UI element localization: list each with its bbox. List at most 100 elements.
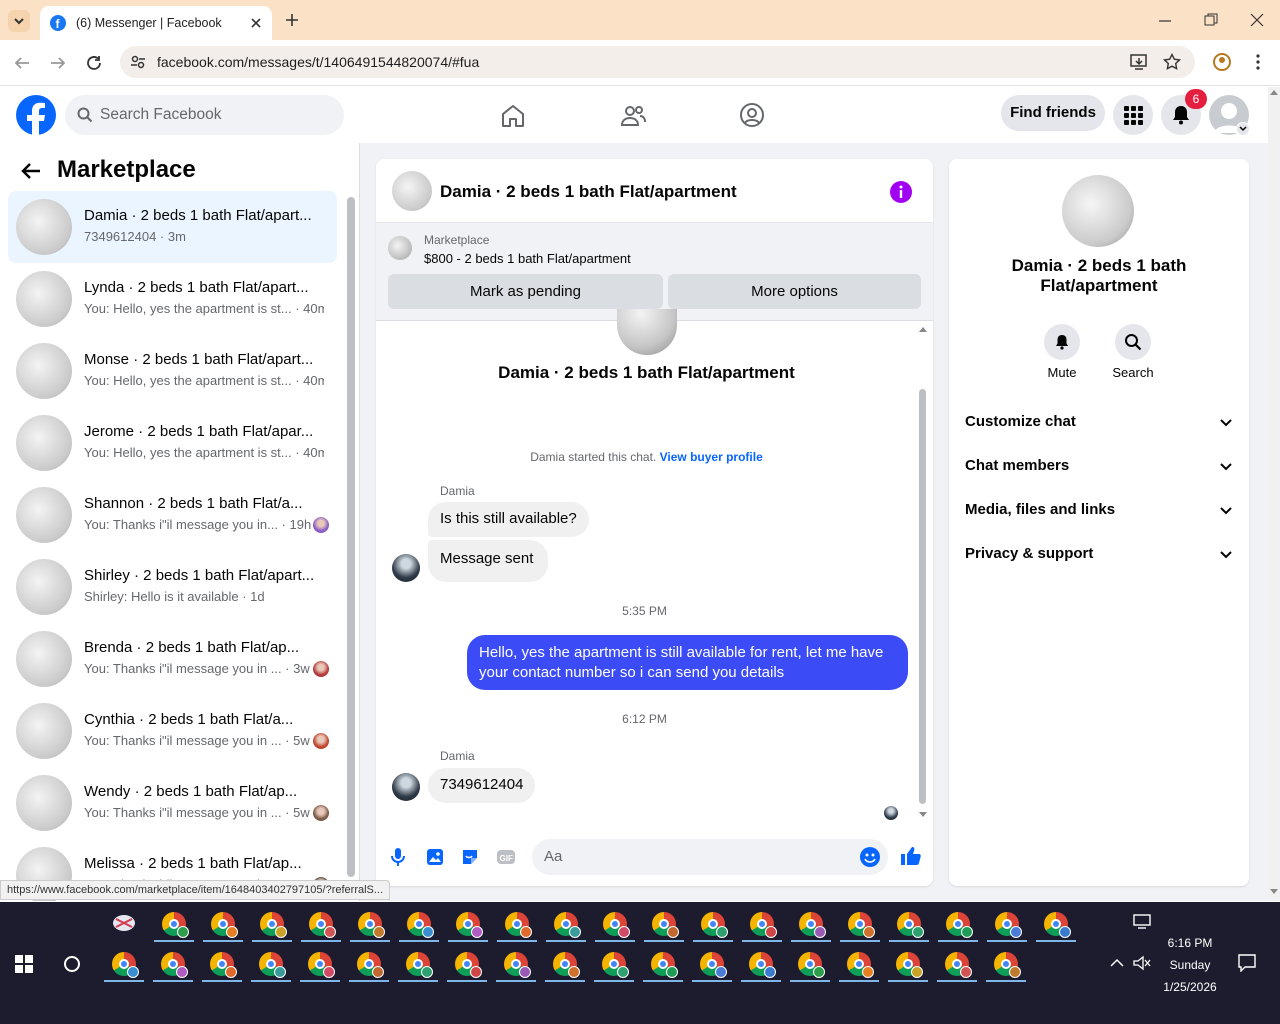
chrome-taskbar-icon[interactable]	[749, 952, 776, 978]
home-icon[interactable]	[500, 103, 526, 129]
details-avatar[interactable]	[1062, 175, 1134, 247]
view-buyer-profile-link[interactable]: View buyer profile	[660, 450, 763, 464]
chrome-taskbar-icon[interactable]	[603, 912, 630, 938]
chrome-taskbar-icon[interactable]	[260, 912, 287, 938]
chrome-taskbar-icon[interactable]	[357, 952, 384, 978]
more-options-button[interactable]: More options	[668, 274, 921, 309]
menu-dots-icon[interactable]	[1252, 53, 1264, 71]
windows-start-icon[interactable]	[15, 955, 33, 973]
friends-icon[interactable]	[620, 103, 646, 129]
chat-scrollbar[interactable]	[919, 389, 926, 804]
chrome-taskbar-icon[interactable]	[309, 912, 336, 938]
search-facebook-input[interactable]: Search Facebook	[65, 95, 344, 135]
chrome-taskbar-icon[interactable]	[896, 952, 923, 978]
close-window-icon[interactable]	[1250, 13, 1264, 27]
close-tab-icon[interactable]	[250, 17, 262, 29]
conversation-item[interactable]: Cynthia · 2 beds 1 bath Flat/a... You: Th…	[8, 695, 337, 767]
tab-list-icon[interactable]	[8, 10, 30, 32]
chrome-taskbar-icon[interactable]	[799, 912, 826, 938]
volume-muted-icon[interactable]	[1133, 955, 1151, 971]
gif-icon[interactable]: GIF	[496, 847, 516, 867]
conversation-item[interactable]: Lynda · 2 beds 1 bath Flat/apart... You: …	[8, 263, 337, 335]
chrome-taskbar-icon[interactable]	[945, 952, 972, 978]
taskbar-clock[interactable]: 6:16 PM Sunday 1/25/2026	[1150, 932, 1230, 998]
chrome-taskbar-icon[interactable]	[211, 912, 238, 938]
chrome-taskbar-icon[interactable]	[210, 952, 237, 978]
chrome-taskbar-icon[interactable]	[798, 952, 825, 978]
back-arrow-icon[interactable]	[20, 160, 42, 182]
sidebar-scrollbar[interactable]	[347, 197, 355, 877]
browser-tab[interactable]: f (6) Messenger | Facebook	[40, 6, 272, 40]
chrome-taskbar-icon[interactable]	[308, 952, 335, 978]
listing-title[interactable]: $800 - 2 beds 1 bath Flat/apartment	[424, 251, 631, 266]
media-files-links-section[interactable]: Media, files and links	[965, 501, 1233, 531]
forward-arrow-icon[interactable]	[49, 54, 67, 72]
chrome-taskbar-icon[interactable]	[701, 912, 728, 938]
chrome-taskbar-icon[interactable]	[848, 912, 875, 938]
scroll-up-icon[interactable]	[918, 325, 928, 333]
menu-button[interactable]	[1113, 95, 1153, 135]
reload-icon[interactable]	[85, 54, 103, 72]
address-bar[interactable]: facebook.com/messages/t/1406491544820074…	[120, 46, 1195, 78]
chat-members-section[interactable]: Chat members	[965, 457, 1233, 487]
conversation-item[interactable]: Shannon · 2 beds 1 bath Flat/a... You: Th…	[8, 479, 337, 551]
conversation-item[interactable]: Brenda · 2 beds 1 bath Flat/ap... You: Th…	[8, 623, 337, 695]
chrome-taskbar-icon[interactable]	[553, 952, 580, 978]
conversation-item[interactable]: Damia · 2 beds 1 bath Flat/apart... 73496…	[8, 191, 337, 263]
find-friends-button[interactable]: Find friends	[1001, 95, 1105, 131]
chrome-taskbar-icon[interactable]	[456, 912, 483, 938]
chrome-taskbar-icon[interactable]	[112, 952, 139, 978]
chrome-taskbar-icon[interactable]	[358, 912, 385, 938]
profile-icon[interactable]	[1212, 52, 1232, 72]
mark-as-pending-button[interactable]: Mark as pending	[388, 274, 663, 309]
chrome-taskbar-icon[interactable]	[847, 952, 874, 978]
message-bubble[interactable]: 7349612404	[428, 768, 536, 803]
chrome-taskbar-icon[interactable]	[406, 952, 433, 978]
chrome-taskbar-icon[interactable]	[407, 912, 434, 938]
search-in-conversation-button[interactable]	[1115, 324, 1151, 360]
photo-icon[interactable]	[425, 847, 445, 867]
chrome-taskbar-icon[interactable]	[259, 952, 286, 978]
chrome-taskbar-icon[interactable]	[602, 952, 629, 978]
network-icon[interactable]	[1133, 914, 1151, 930]
site-info-icon[interactable]	[130, 54, 146, 70]
restore-icon[interactable]	[1204, 13, 1218, 27]
chrome-taskbar-icon[interactable]	[455, 952, 482, 978]
page-scrollbar[interactable]	[1268, 87, 1280, 901]
facebook-logo-icon[interactable]	[16, 95, 56, 135]
message-bubble[interactable]: Is this still available?	[428, 502, 589, 537]
sender-avatar[interactable]	[392, 554, 420, 582]
listing-thumbnail[interactable]	[388, 236, 412, 260]
scroll-down-icon[interactable]	[918, 811, 928, 819]
bookmark-star-icon[interactable]	[1163, 53, 1181, 71]
chrome-taskbar-icon[interactable]	[161, 952, 188, 978]
chrome-taskbar-icon[interactable]	[504, 952, 531, 978]
chrome-taskbar-icon[interactable]	[554, 912, 581, 938]
chrome-taskbar-icon[interactable]	[162, 912, 189, 938]
conversation-item[interactable]: Shirley · 2 beds 1 bath Flat/apart... Shi…	[8, 551, 337, 623]
chrome-taskbar-icon[interactable]	[750, 912, 777, 938]
sticker-icon[interactable]	[460, 847, 480, 867]
privacy-support-section[interactable]: Privacy & support	[965, 545, 1233, 575]
conversation-info-icon[interactable]	[890, 181, 912, 203]
install-app-icon[interactable]	[1130, 53, 1148, 71]
message-input[interactable]: Aa	[532, 839, 888, 875]
conversation-item[interactable]: Wendy · 2 beds 1 bath Flat/ap... You: Tha…	[8, 767, 337, 839]
chrome-taskbar-icon[interactable]	[1044, 912, 1071, 938]
message-bubble[interactable]: Message sent	[428, 540, 548, 582]
page-scroll-up-icon[interactable]	[1268, 87, 1280, 97]
chrome-taskbar-icon[interactable]	[995, 912, 1022, 938]
mute-button[interactable]	[1044, 324, 1080, 360]
chrome-taskbar-icon[interactable]	[700, 952, 727, 978]
conversation-item[interactable]: Jerome · 2 beds 1 bath Flat/apar... You: …	[8, 407, 337, 479]
emoji-icon[interactable]	[860, 847, 880, 867]
chrome-taskbar-icon[interactable]	[946, 912, 973, 938]
search-circle-icon[interactable]	[63, 955, 81, 973]
conversation-item[interactable]: Monse · 2 beds 1 bath Flat/apart... You: …	[8, 335, 337, 407]
account-chevron-icon[interactable]	[1236, 122, 1250, 136]
chrome-taskbar-icon[interactable]	[505, 912, 532, 938]
page-scroll-down-icon[interactable]	[1268, 887, 1280, 897]
new-tab-icon[interactable]	[284, 12, 300, 28]
minimize-icon[interactable]	[1158, 14, 1172, 28]
chrome-taskbar-icon[interactable]	[652, 912, 679, 938]
